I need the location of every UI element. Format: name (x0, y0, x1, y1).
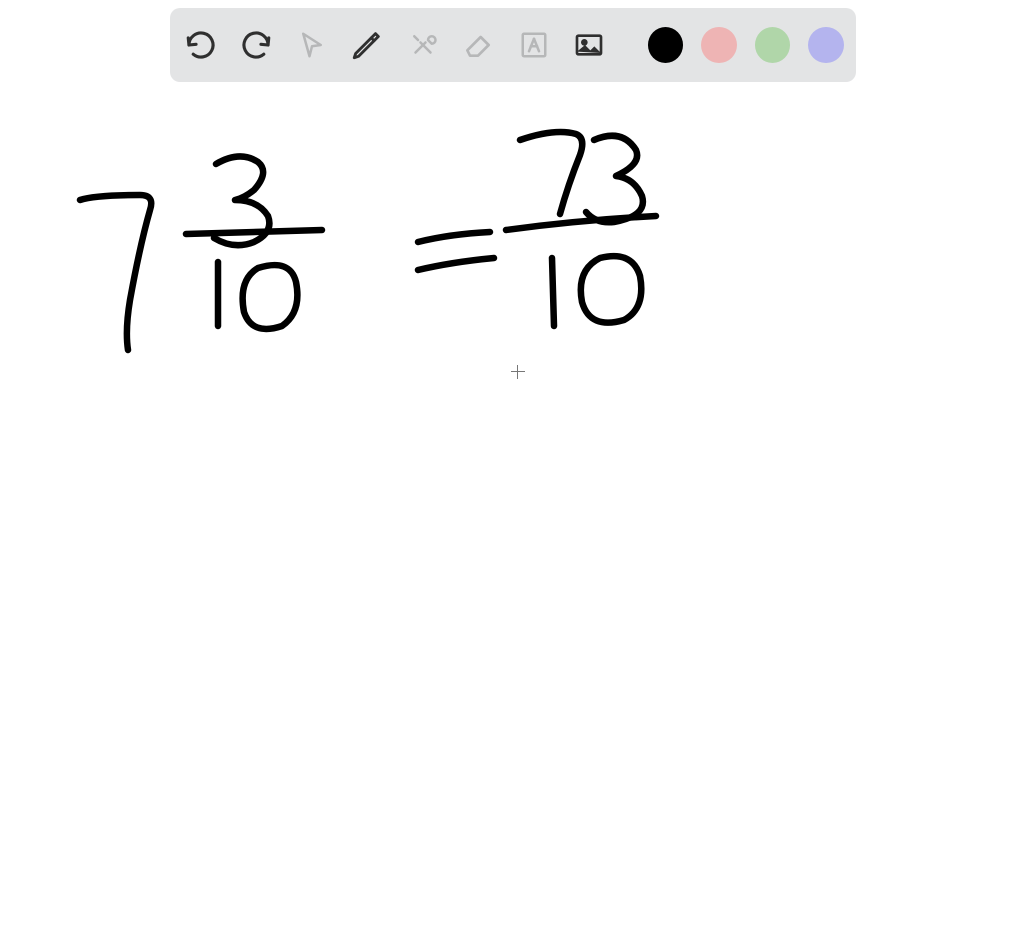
tools-button[interactable] (404, 26, 441, 64)
color-swatch-black[interactable] (648, 27, 684, 63)
drawing-canvas[interactable] (0, 0, 1024, 948)
text-icon (519, 30, 549, 60)
pencil-button[interactable] (348, 26, 385, 64)
tools-icon (408, 30, 438, 60)
text-button[interactable] (515, 26, 552, 64)
image-icon (573, 29, 605, 61)
undo-button[interactable] (182, 26, 219, 64)
redo-button[interactable] (237, 26, 274, 64)
undo-icon (184, 28, 218, 62)
color-swatch-pink[interactable] (701, 27, 737, 63)
eraser-button[interactable] (459, 26, 496, 64)
pointer-button[interactable] (293, 26, 330, 64)
pencil-icon (350, 28, 384, 62)
color-swatch-purple[interactable] (808, 27, 844, 63)
crosshair-cursor (511, 365, 525, 379)
color-swatch-green[interactable] (755, 27, 791, 63)
pointer-icon (297, 30, 327, 60)
toolbar (170, 8, 856, 82)
eraser-icon (462, 29, 494, 61)
redo-icon (239, 28, 273, 62)
image-button[interactable] (570, 26, 607, 64)
